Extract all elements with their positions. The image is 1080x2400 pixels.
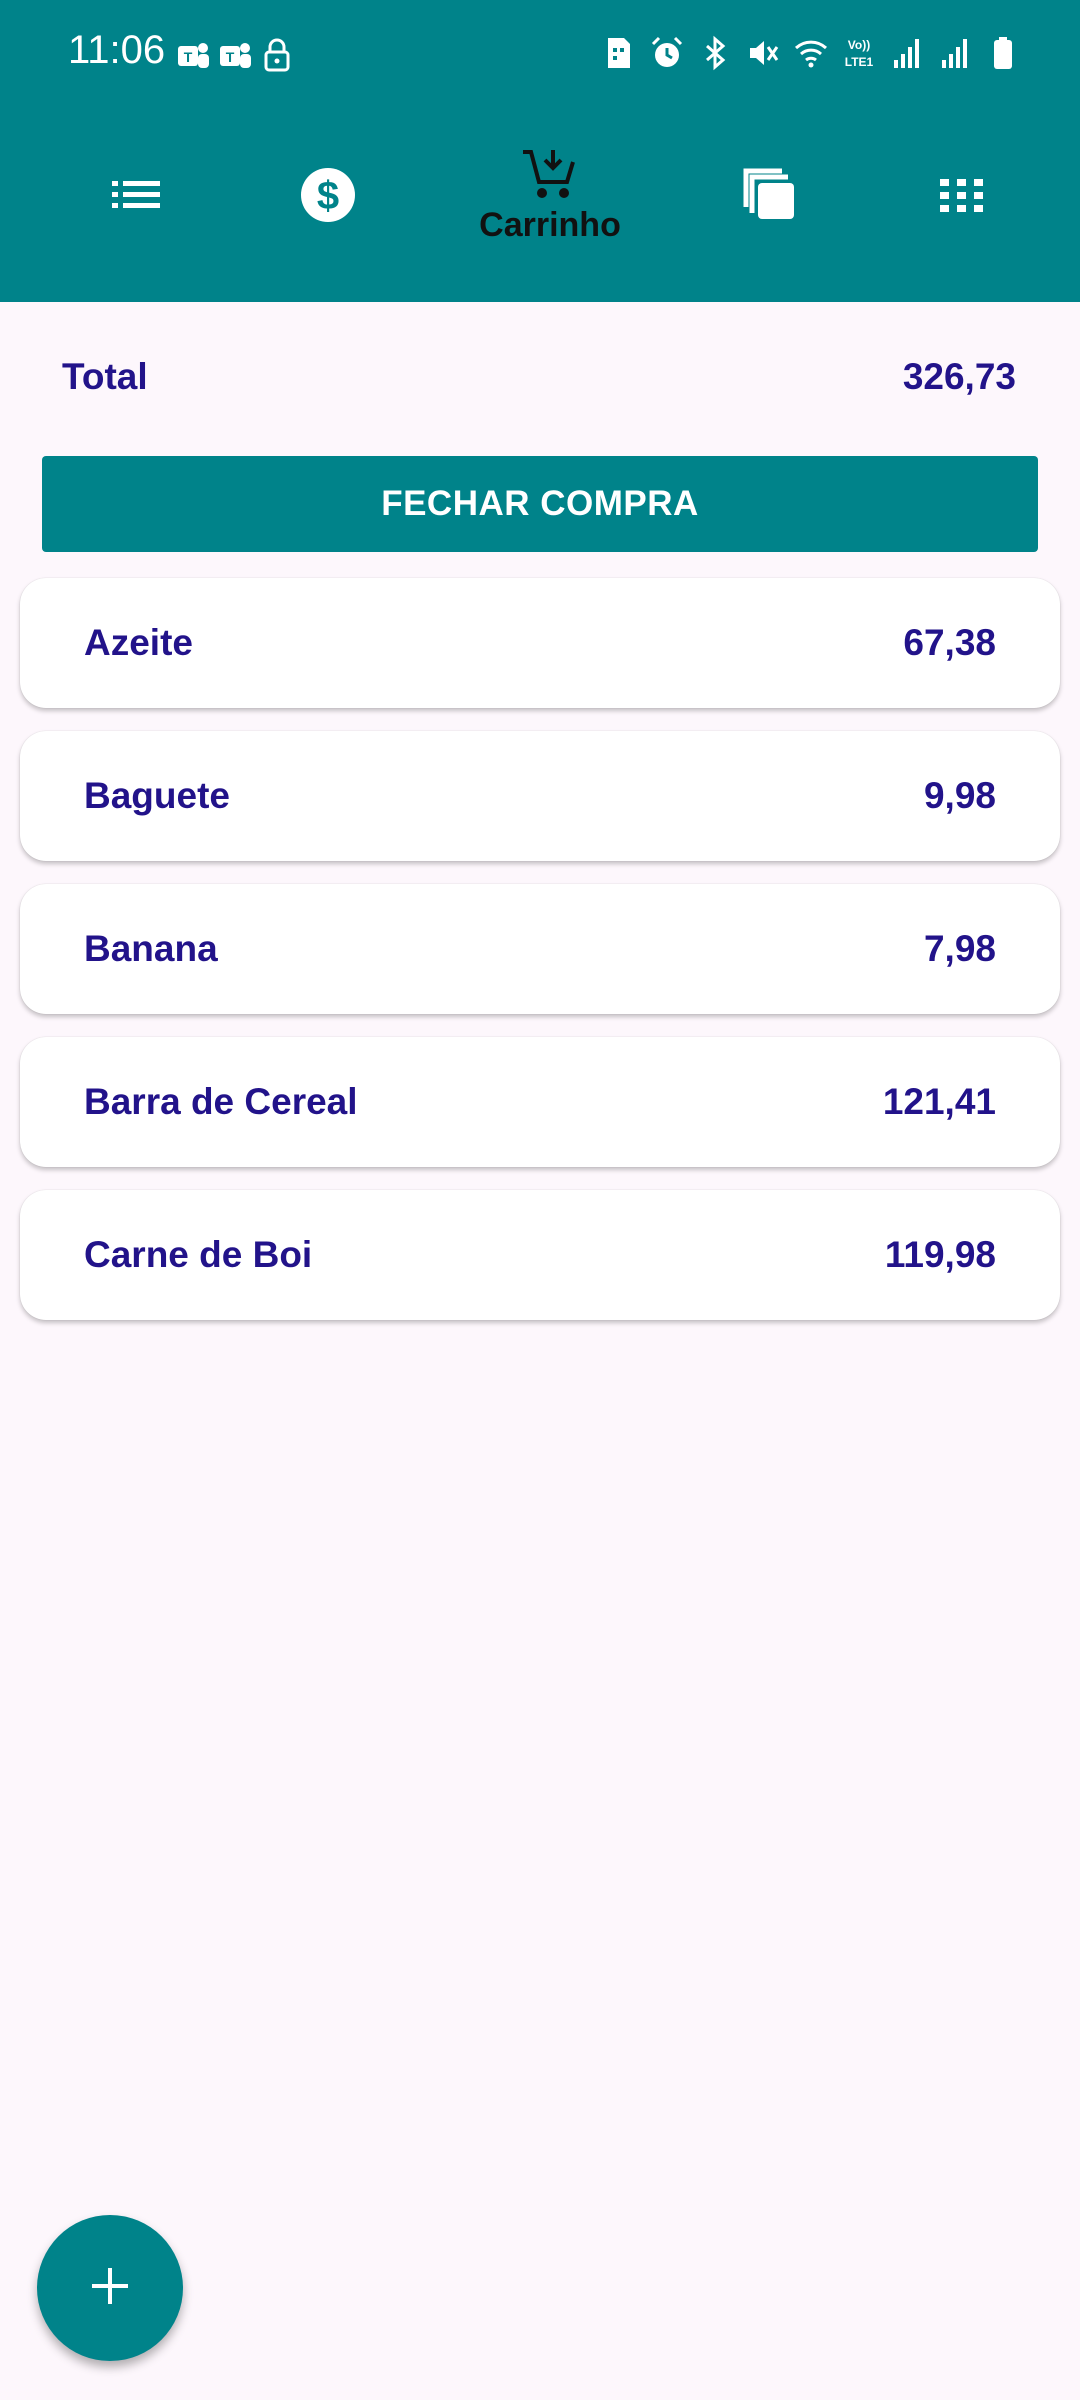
status-right-icons: Vo)) LTE1 (602, 34, 1020, 72)
tab-dollar[interactable]: $ (278, 130, 378, 260)
app-header: 11:06 T T Vo)) LTE1 $ Carrinho (0, 0, 1080, 302)
svg-text:T: T (184, 49, 193, 65)
wifi-icon (794, 34, 828, 72)
item-price: 9,98 (923, 775, 996, 816)
item-name: Barra de Cereal (84, 1081, 358, 1122)
alarm-icon (650, 34, 684, 72)
app-screen: 11:06 T T Vo)) LTE1 $ Carrinho Total 326… (0, 0, 1080, 2400)
item-name: Banana (84, 928, 218, 969)
top-nav: $ Carrinho (0, 130, 1080, 260)
list-item[interactable]: Azeite 67,38 (20, 578, 1060, 708)
add-item-fab[interactable] (37, 2215, 183, 2361)
svg-text:T: T (226, 49, 235, 65)
tab-carrinho-label: Carrinho (479, 205, 621, 244)
item-price: 121,41 (882, 1081, 996, 1122)
volte-icon: Vo)) LTE1 (842, 34, 876, 72)
tab-carrinho[interactable]: Carrinho (460, 130, 640, 260)
list-item[interactable]: Baguete 9,98 (20, 731, 1060, 861)
teams-icon: T (176, 36, 210, 74)
total-label: Total (62, 356, 148, 397)
sim-icon (602, 34, 636, 72)
list-icon (110, 175, 162, 215)
copy-icon (742, 167, 798, 223)
checkout-button[interactable]: FECHAR COMPRA (42, 456, 1038, 552)
cart-add-icon (521, 146, 579, 202)
status-bar: 11:06 T T Vo)) LTE1 (0, 0, 1080, 110)
lock-icon (260, 36, 294, 74)
item-price: 119,98 (884, 1234, 996, 1275)
list-item[interactable]: Banana 7,98 (20, 884, 1060, 1014)
signal-icon (890, 34, 924, 72)
item-name: Azeite (84, 622, 193, 663)
plus-icon (88, 2264, 132, 2313)
item-name: Baguete (84, 775, 230, 816)
status-left-icons: T T (176, 36, 294, 74)
cart-item-list: Azeite 67,38 Baguete 9,98 Banana 7,98 Ba… (20, 578, 1060, 1343)
teams-icon: T (218, 36, 252, 74)
tab-copy[interactable] (720, 130, 820, 260)
tab-list[interactable] (86, 130, 186, 260)
item-name: Carne de Boi (84, 1234, 313, 1275)
signal-icon (938, 34, 972, 72)
item-price: 7,98 (923, 928, 996, 969)
mute-icon (746, 34, 780, 72)
item-price: 67,38 (903, 622, 996, 663)
grid-icon (938, 175, 986, 215)
status-time: 11:06 (68, 28, 166, 72)
list-item[interactable]: Carne de Boi 119,98 (20, 1190, 1060, 1320)
bluetooth-icon (698, 34, 732, 72)
svg-text:Vo)): Vo)) (848, 38, 870, 52)
total-row: Total 326,73 (62, 352, 1016, 402)
total-value: 326,73 (902, 356, 1016, 397)
dollar-icon: $ (300, 167, 356, 223)
battery-icon (986, 34, 1020, 72)
svg-text:LTE1: LTE1 (845, 55, 874, 69)
tab-grid[interactable] (912, 130, 1012, 260)
list-item[interactable]: Barra de Cereal 121,41 (20, 1037, 1060, 1167)
svg-text:$: $ (317, 174, 339, 218)
